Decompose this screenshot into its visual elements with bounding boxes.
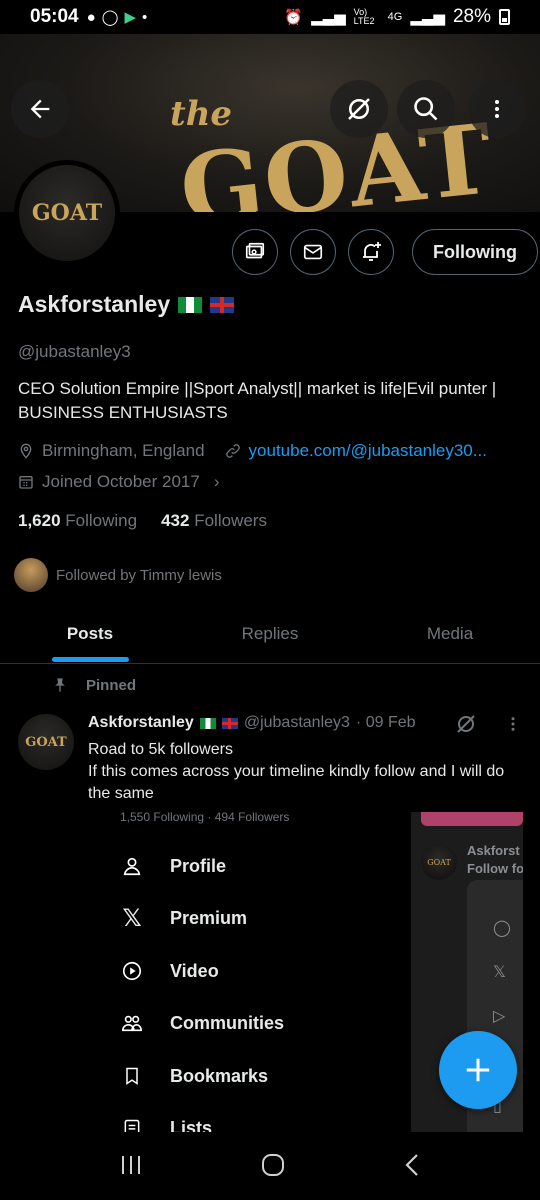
menu-item-video: Video bbox=[120, 959, 219, 983]
bookmark-icon bbox=[120, 1064, 144, 1088]
home-icon bbox=[262, 1154, 284, 1176]
menu-item-premium: 𝕏 Premium bbox=[120, 904, 247, 932]
recents-button[interactable] bbox=[118, 1153, 144, 1182]
profile-avatar[interactable]: GOAT bbox=[14, 160, 120, 266]
app-icon: ▶ bbox=[124, 9, 137, 26]
alarm-icon: ⏰ bbox=[284, 9, 304, 26]
subscribe-button[interactable] bbox=[232, 229, 278, 275]
android-nav-bar bbox=[0, 1135, 540, 1200]
post-author-name[interactable]: Askforstanley bbox=[88, 714, 194, 732]
post-text: Road to 5k followers If this comes acros… bbox=[88, 741, 505, 802]
envelope-icon bbox=[303, 244, 323, 260]
post-avatar[interactable]: GOAT bbox=[18, 714, 74, 770]
status-bar: 05:04 ● ◯ ▶ • ⏰ ▂▃▅ Vo) LTE2 4G ▂▃▅ 28% bbox=[0, 0, 540, 34]
profile-joined: Joined October 2017 bbox=[42, 472, 200, 491]
embed-pink-button bbox=[421, 812, 523, 826]
search-icon bbox=[414, 97, 438, 121]
menu-item-bookmarks: Bookmarks bbox=[120, 1064, 268, 1088]
calendar-icon bbox=[19, 476, 33, 489]
profile-stats: 1,620 Following 432 Followers bbox=[18, 511, 267, 531]
menu-item-profile: Profile bbox=[120, 854, 226, 878]
uk-flag-icon bbox=[221, 717, 238, 729]
tab-posts[interactable]: Posts bbox=[0, 604, 180, 663]
location-pin-icon bbox=[20, 443, 32, 459]
battery-percent: 28% bbox=[452, 6, 491, 27]
signal-icon: ▂▃▅ bbox=[311, 9, 346, 26]
post-actions bbox=[454, 712, 522, 736]
person-icon bbox=[120, 854, 144, 878]
x-logo-icon: 𝕏 bbox=[493, 964, 506, 981]
message-button[interactable] bbox=[290, 229, 336, 275]
arrow-left-icon bbox=[30, 99, 50, 119]
more-button[interactable] bbox=[468, 80, 526, 138]
signal-icon-2: ▂▃▅ bbox=[410, 9, 445, 26]
play-icon: ▷ bbox=[493, 1008, 506, 1025]
embed-cutoff-text: 1,550 Following · 494 Followers bbox=[120, 812, 290, 824]
link-icon bbox=[225, 444, 240, 458]
profile-handle: @jubastanley3 bbox=[18, 342, 131, 361]
followed-by[interactable]: Followed by Timmy lewis bbox=[14, 558, 222, 592]
chevron-left-icon bbox=[405, 1154, 418, 1176]
profile-location: Birmingham, England bbox=[42, 441, 205, 460]
menu-item-communities: Communities bbox=[120, 1011, 284, 1035]
tab-media[interactable]: Media bbox=[360, 604, 540, 663]
embed-avatar: GOAT bbox=[421, 844, 457, 880]
search-button[interactable] bbox=[397, 80, 455, 138]
profile-name: Askforstanley bbox=[18, 291, 235, 318]
more-vertical-icon[interactable] bbox=[504, 714, 522, 734]
recents-icon bbox=[122, 1156, 140, 1174]
profile-actions: Following bbox=[232, 229, 538, 275]
money-card-icon bbox=[245, 242, 265, 259]
post-date: · 09 Feb bbox=[355, 714, 416, 731]
grok-icon[interactable] bbox=[454, 712, 478, 736]
profile-meta-joined[interactable]: Joined October 2017 › bbox=[18, 472, 220, 492]
bell-plus-icon bbox=[363, 242, 381, 261]
plus-icon bbox=[466, 1058, 490, 1082]
uk-flag-icon bbox=[210, 296, 235, 313]
communities-icon bbox=[120, 1011, 144, 1035]
post-header: Askforstanley @jubastanley3 · 09 Feb bbox=[88, 714, 416, 732]
nigeria-flag-icon bbox=[199, 717, 216, 729]
profile-bio: CEO Solution Empire ||Sport Analyst|| ma… bbox=[18, 379, 497, 422]
compose-button[interactable] bbox=[439, 1031, 517, 1109]
network-label: 4G bbox=[387, 11, 403, 23]
profile-link[interactable]: youtube.com/@jubastanley30... bbox=[249, 441, 487, 461]
following-button[interactable]: Following bbox=[412, 229, 538, 275]
battery-icon bbox=[499, 9, 510, 25]
whatsapp-icon: ◯ bbox=[101, 9, 119, 26]
status-time: 05:04 bbox=[30, 6, 79, 27]
post-author-handle: @jubastanley3 bbox=[243, 714, 350, 731]
pin-icon bbox=[55, 678, 65, 692]
active-tab-indicator bbox=[52, 657, 129, 662]
volte-label: Vo) LTE2 bbox=[353, 7, 375, 26]
profile-tabs: Posts Replies Media bbox=[0, 604, 540, 664]
grok-icon bbox=[348, 98, 370, 120]
menu-item-lists: Lists bbox=[120, 1116, 212, 1132]
person-icon: ◯ bbox=[493, 920, 511, 937]
home-button[interactable] bbox=[260, 1152, 286, 1183]
x-logo-icon: 𝕏 bbox=[122, 904, 142, 932]
pinned-label: Pinned bbox=[52, 676, 136, 694]
list-icon bbox=[120, 1116, 144, 1132]
followers-stat[interactable]: 432 Followers bbox=[161, 511, 267, 531]
follower-avatar bbox=[14, 558, 48, 592]
notifications-button[interactable] bbox=[348, 229, 394, 275]
grok-button[interactable] bbox=[330, 80, 388, 138]
play-icon bbox=[120, 959, 144, 983]
chevron-right-icon: › bbox=[213, 472, 220, 491]
snapchat-icon: ● bbox=[86, 8, 96, 26]
back-nav-button[interactable] bbox=[402, 1152, 422, 1183]
back-button[interactable] bbox=[11, 80, 69, 138]
tab-replies[interactable]: Replies bbox=[180, 604, 360, 663]
embed-name: Askforst Follow fo bbox=[467, 843, 523, 876]
nigeria-flag-icon bbox=[178, 296, 203, 313]
dot-icon: • bbox=[142, 8, 148, 26]
profile-meta-location: Birmingham, England youtube.com/@jubasta… bbox=[18, 441, 487, 461]
more-vertical-icon bbox=[495, 100, 499, 118]
following-stat[interactable]: 1,620 Following bbox=[18, 511, 137, 531]
